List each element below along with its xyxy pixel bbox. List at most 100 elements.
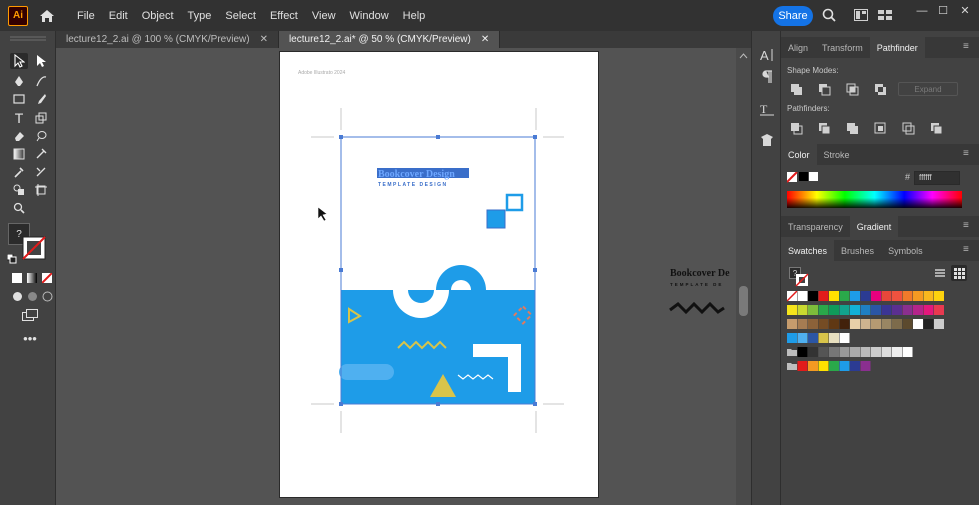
curvature-tool-icon[interactable] [32,73,50,89]
swatch[interactable] [923,305,934,315]
swatch[interactable] [871,319,881,329]
type-tool-icon[interactable]: T [10,110,28,126]
workspace-switcher-icon[interactable] [876,5,894,25]
more-tools-icon[interactable]: ••• [21,330,39,346]
swatch[interactable] [797,347,808,357]
swatch[interactable] [818,291,829,301]
opentype-panel-icon[interactable]: T [758,101,776,117]
eraser-tool-icon[interactable] [10,128,28,144]
menu-help[interactable]: Help [396,10,433,22]
swatch[interactable] [829,319,839,329]
swatch-group-folder-icon[interactable] [787,349,797,356]
tab-stroke[interactable]: Stroke [817,144,857,165]
outline-square-shape[interactable] [505,193,524,212]
swatch[interactable] [818,305,829,315]
black-color-icon[interactable] [799,172,808,181]
tab-transform[interactable]: Transform [815,37,870,58]
trim-icon[interactable] [819,123,831,135]
menu-type[interactable]: Type [181,10,219,22]
menu-edit[interactable]: Edit [102,10,135,22]
hex-color-input[interactable]: ffffff [914,171,960,185]
intersect-icon[interactable] [846,83,859,96]
swatch[interactable] [839,305,850,315]
tab-brushes[interactable]: Brushes [834,240,881,261]
scale-tool-icon[interactable] [32,110,50,126]
swatch-stroke-none-icon[interactable] [795,273,809,287]
swatch[interactable] [850,319,860,329]
swatch[interactable] [818,333,829,343]
swatch[interactable] [934,291,944,301]
swatch[interactable] [860,291,871,301]
outline-icon[interactable] [902,122,915,135]
swatch[interactable] [881,319,892,329]
swatch[interactable] [829,361,839,371]
tab-align[interactable]: Align [781,37,815,58]
swatch[interactable] [881,347,892,357]
swatch[interactable] [892,291,902,301]
swatch[interactable] [934,319,944,329]
canvas-area[interactable]: Adobe Illustrato 2024 Bookcover Design T… [56,48,736,505]
white-color-icon[interactable] [809,172,818,181]
menu-window[interactable]: Window [343,10,396,22]
swatch[interactable] [808,333,818,343]
swatch[interactable] [818,319,829,329]
arrange-documents-icon[interactable] [852,5,870,25]
minus-front-icon[interactable] [819,84,831,96]
tab-color[interactable]: Color [781,144,817,165]
swatch[interactable] [787,319,797,329]
glyphs-panel-icon[interactable] [758,132,776,148]
minimize-button[interactable]: — [912,3,932,18]
swatch[interactable] [881,291,892,301]
swatch[interactable] [797,305,808,315]
panel-menu-icon[interactable]: ≡ [963,221,973,231]
mesh-tool-icon[interactable] [32,146,50,162]
swatch[interactable] [860,319,871,329]
menu-effect[interactable]: Effect [263,10,305,22]
scroll-up-icon[interactable] [736,50,751,62]
swatch[interactable] [850,305,860,315]
swatch[interactable] [913,305,923,315]
swatch[interactable] [839,333,850,343]
swatch[interactable] [797,319,808,329]
swatch[interactable] [818,347,829,357]
swatch[interactable] [860,361,871,371]
blend-tool-icon[interactable] [32,164,50,180]
divide-icon[interactable] [791,123,803,135]
character-panel-icon[interactable]: A [758,47,776,63]
small-square-shape[interactable] [486,209,506,229]
swatch[interactable] [839,319,850,329]
pasteboard-zigzag-shape[interactable] [669,301,725,315]
swatch[interactable] [923,291,934,301]
panel-menu-icon[interactable]: ≡ [963,245,973,255]
swatch[interactable] [860,347,871,357]
swatch[interactable] [818,361,829,371]
swatch-group-folder-icon[interactable] [787,363,797,370]
swatch[interactable] [850,361,860,371]
swatch[interactable] [839,291,850,301]
swatch[interactable] [892,347,902,357]
panel-menu-icon[interactable]: ≡ [963,149,973,159]
share-button[interactable]: Share [773,6,813,26]
swatch[interactable] [913,291,923,301]
thumbnail-view-icon[interactable] [951,265,967,281]
swatch[interactable] [902,319,913,329]
swatch[interactable] [902,305,913,315]
tab-pathfinder[interactable]: Pathfinder [869,37,925,58]
draw-inside-icon[interactable] [38,288,56,304]
paragraph-panel-icon[interactable] [758,69,776,85]
list-view-icon[interactable] [934,267,946,279]
tab-lecture12-50[interactable]: lecture12_2.ai* @ 50 % (CMYK/Preview) ✕ [278,31,501,48]
artboard-tool-icon[interactable] [32,182,50,198]
home-icon[interactable] [38,7,56,25]
tab-symbols[interactable]: Symbols [881,240,930,261]
swatch[interactable] [913,319,923,329]
tab-transparency[interactable]: Transparency [781,216,850,237]
gradient-tool-icon[interactable] [10,146,28,162]
swatch[interactable] [797,333,808,343]
lasso-tool-icon[interactable] [32,128,50,144]
selection-tool-icon[interactable] [10,53,28,69]
swatch[interactable] [850,347,860,357]
paintbrush-tool-icon[interactable] [32,91,50,107]
menu-object[interactable]: Object [135,10,181,22]
close-window-button[interactable]: ✕ [955,3,975,18]
